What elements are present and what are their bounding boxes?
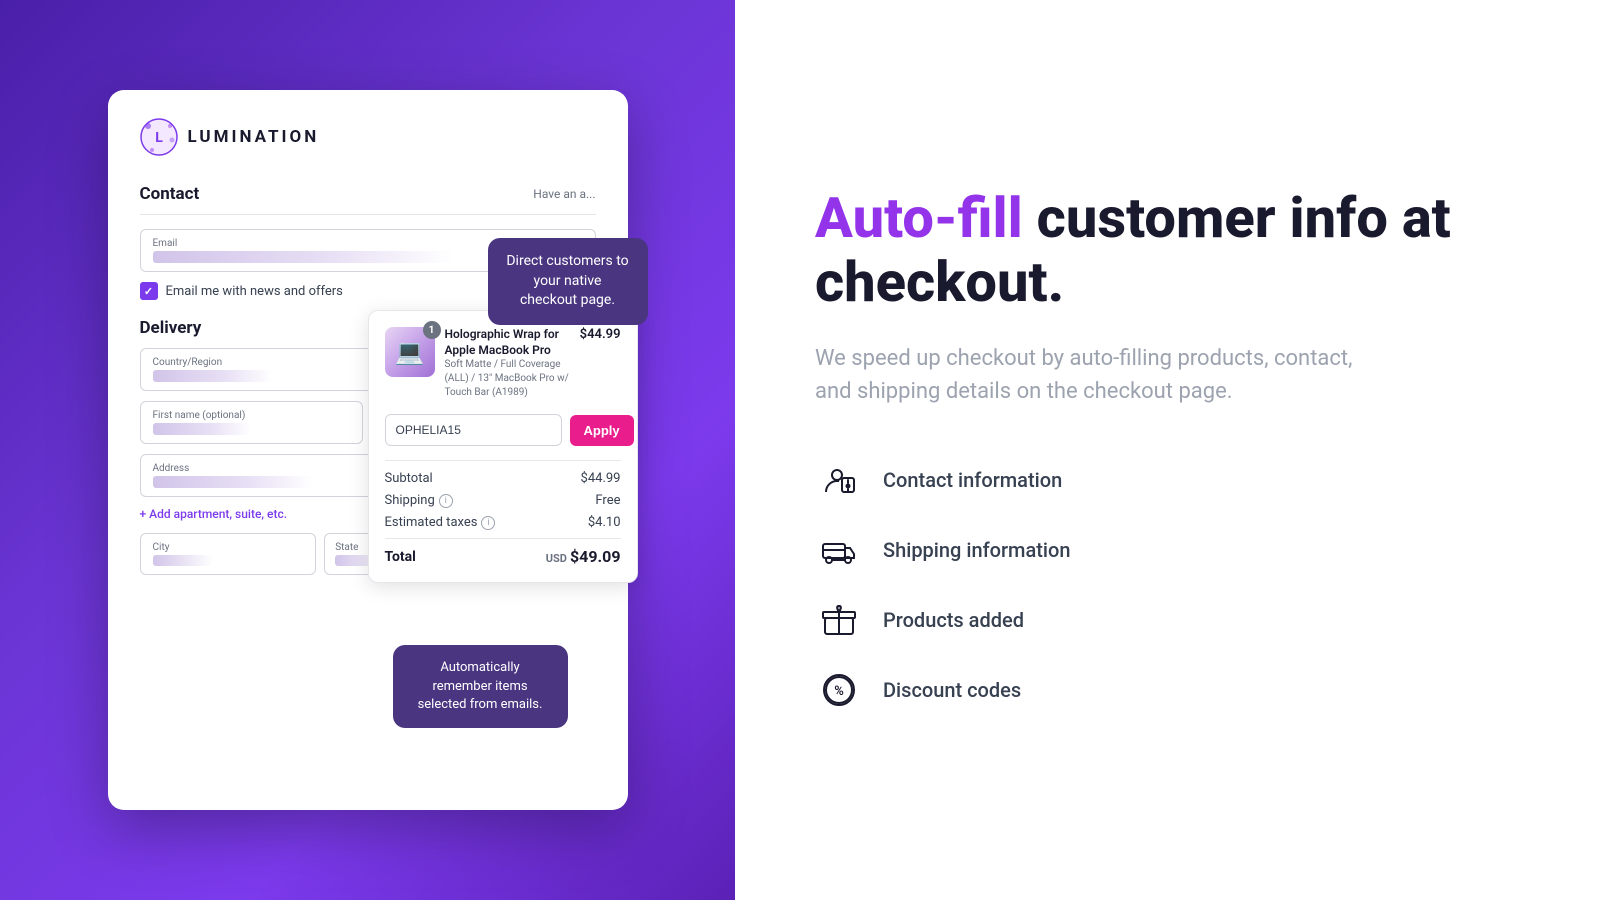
feature-label-discount: Discount codes xyxy=(883,678,1021,702)
email-checkbox-label: Email me with news and offers xyxy=(166,284,343,299)
country-label: Country/Region xyxy=(153,357,273,368)
subtotal-value: $44.99 xyxy=(581,471,621,486)
taxes-line: Estimated taxes i $4.10 xyxy=(385,515,621,530)
discount-icon-wrap: % xyxy=(815,666,863,714)
product-info: Holographic Wrap for Apple MacBook Pro S… xyxy=(445,327,570,400)
shipping-label: Shipping i xyxy=(385,493,453,508)
address-label: Address xyxy=(153,463,313,474)
shipping-icon xyxy=(821,532,857,568)
order-summary-overlay: 💻 1 Holographic Wrap for Apple MacBook P… xyxy=(368,310,638,583)
logo-area: L LUMINATION xyxy=(140,118,596,156)
shipping-icon-wrap xyxy=(815,526,863,574)
feature-list: Contact information Shipping information xyxy=(815,456,1520,714)
feature-item-products: Products added xyxy=(815,596,1520,644)
discount-input[interactable] xyxy=(385,414,562,446)
first-name-field[interactable]: First name (optional) xyxy=(140,401,363,444)
total-label: Total xyxy=(385,549,416,565)
contact-icon xyxy=(821,462,857,498)
left-panel: L LUMINATION Contact Have an a... Email … xyxy=(0,0,735,900)
apply-button[interactable]: Apply xyxy=(570,415,634,446)
feature-label-products: Products added xyxy=(883,608,1024,632)
subtext: We speed up checkout by auto-filling pro… xyxy=(815,342,1375,408)
first-name-value xyxy=(153,423,252,435)
shipping-info-icon: i xyxy=(439,494,453,508)
country-value xyxy=(153,370,273,382)
shipping-line: Shipping i Free xyxy=(385,493,621,508)
svg-text:L: L xyxy=(155,130,163,146)
product-name: Holographic Wrap for Apple MacBook Pro xyxy=(445,327,570,358)
headline-accent: Auto-fill xyxy=(815,185,1023,251)
feature-label-shipping: Shipping information xyxy=(883,538,1071,562)
contact-icon-wrap xyxy=(815,456,863,504)
taxes-info-icon: i xyxy=(481,516,495,530)
contact-section-header: Contact Have an a... xyxy=(140,184,596,204)
email-checkbox[interactable] xyxy=(140,282,158,300)
feature-item-shipping: Shipping information xyxy=(815,526,1520,574)
contact-divider xyxy=(140,214,596,215)
logo-text: LUMINATION xyxy=(188,127,320,147)
tooltip-top: Direct customers to your native checkout… xyxy=(488,238,648,325)
feature-label-contact: Contact information xyxy=(883,468,1062,492)
tooltip-bottom: Automatically remember items selected fr… xyxy=(393,645,568,728)
discount-row: Apply xyxy=(385,414,621,446)
product-price: $44.99 xyxy=(580,327,621,342)
city-field[interactable]: City xyxy=(140,533,317,575)
product-variant: Soft Matte / Full Coverage (ALL) / 13" M… xyxy=(445,358,570,400)
total-amount: USD$49.09 xyxy=(546,547,621,566)
product-image-wrap: 💻 1 xyxy=(385,327,435,377)
city-value xyxy=(153,555,213,566)
summary-divider xyxy=(385,460,621,461)
feature-item-contact: Contact information xyxy=(815,456,1520,504)
subtotal-label: Subtotal xyxy=(385,471,433,486)
product-row: 💻 1 Holographic Wrap for Apple MacBook P… xyxy=(385,327,621,400)
total-currency: USD xyxy=(546,552,567,565)
main-headline: Auto-fill customer info at checkout. xyxy=(815,186,1520,315)
first-name-label: First name (optional) xyxy=(153,410,350,421)
subtotal-line: Subtotal $44.99 xyxy=(385,471,621,486)
email-value xyxy=(153,251,454,263)
lumination-logo-icon: L xyxy=(140,118,178,156)
taxes-value: $4.10 xyxy=(588,515,621,530)
feature-item-discount: % Discount codes xyxy=(815,666,1520,714)
taxes-label: Estimated taxes i xyxy=(385,515,496,530)
checkout-card: L LUMINATION Contact Have an a... Email … xyxy=(108,90,628,810)
gift-icon-wrap xyxy=(815,596,863,644)
address-value xyxy=(153,476,313,488)
contact-title: Contact xyxy=(140,184,200,204)
discount-icon: % xyxy=(821,672,857,708)
have-account-text: Have an a... xyxy=(533,187,595,201)
right-panel: Auto-fill customer info at checkout. We … xyxy=(735,0,1600,900)
gift-icon xyxy=(821,602,857,638)
total-line: Total USD$49.09 xyxy=(385,538,621,566)
product-badge: 1 xyxy=(423,321,441,339)
svg-text:%: % xyxy=(834,684,844,699)
shipping-value: Free xyxy=(595,493,620,508)
city-label: City xyxy=(153,542,304,553)
